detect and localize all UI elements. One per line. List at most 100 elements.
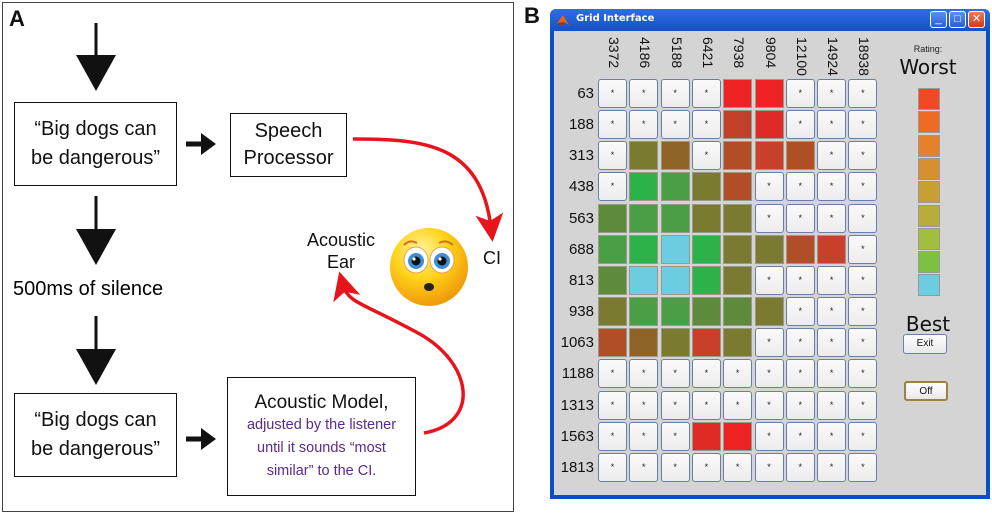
grid-cell-button[interactable]: * (817, 328, 847, 358)
grid-cell-rated[interactable] (723, 234, 753, 264)
exit-button[interactable]: Exit (903, 334, 947, 354)
grid-cell-button[interactable]: * (785, 110, 815, 140)
grid-cell-rated[interactable] (691, 328, 721, 358)
grid-cell-button[interactable]: * (848, 390, 878, 420)
grid-cell-button[interactable]: * (598, 141, 627, 171)
grid-cell-button[interactable]: * (817, 79, 847, 108)
grid-cell-button[interactable]: * (660, 79, 690, 108)
grid-cell-rated[interactable] (785, 234, 815, 264)
grid-cell-button[interactable]: * (598, 421, 627, 451)
rating-scale-swatch[interactable] (918, 204, 940, 227)
grid-cell-button[interactable]: * (848, 79, 878, 108)
grid-cell-button[interactable]: * (629, 110, 659, 140)
grid-cell-rated[interactable] (660, 328, 690, 358)
grid-cell-rated[interactable] (691, 234, 721, 264)
grid-cell-rated[interactable] (785, 141, 815, 171)
grid-cell-rated[interactable] (660, 265, 690, 295)
rating-scale-swatch[interactable] (918, 274, 940, 297)
grid-cell-button[interactable]: * (785, 172, 815, 202)
grid-cell-button[interactable]: * (817, 421, 847, 451)
grid-cell-button[interactable]: * (754, 172, 784, 202)
grid-cell-button[interactable]: * (660, 452, 690, 482)
grid-cell-rated[interactable] (598, 234, 627, 264)
grid-cell-button[interactable]: * (629, 452, 659, 482)
rating-scale-swatch[interactable] (918, 227, 940, 250)
grid-cell-rated[interactable] (723, 172, 753, 202)
grid-cell-button[interactable]: * (848, 203, 878, 233)
grid-cell-button[interactable]: * (691, 141, 721, 171)
grid-cell-button[interactable]: * (817, 390, 847, 420)
grid-cell-button[interactable]: * (848, 297, 878, 327)
grid-cell-button[interactable]: * (848, 234, 878, 264)
grid-cell-button[interactable]: * (848, 452, 878, 482)
grid-cell-button[interactable]: * (598, 390, 627, 420)
grid-cell-rated[interactable] (723, 203, 753, 233)
grid-cell-button[interactable]: * (817, 203, 847, 233)
grid-cell-rated[interactable] (723, 110, 753, 140)
grid-cell-rated[interactable] (598, 328, 627, 358)
rating-scale-swatch[interactable] (918, 181, 940, 204)
grid-cell-button[interactable]: * (848, 141, 878, 171)
grid-cell-button[interactable]: * (598, 110, 627, 140)
close-button[interactable]: ✕ (968, 11, 985, 28)
grid-cell-button[interactable]: * (785, 265, 815, 295)
grid-cell-rated[interactable] (723, 79, 753, 108)
grid-cell-rated[interactable] (660, 203, 690, 233)
grid-cell-button[interactable]: * (660, 110, 690, 140)
grid-cell-rated[interactable] (598, 265, 627, 295)
grid-cell-button[interactable]: * (785, 79, 815, 108)
grid-cell-button[interactable]: * (817, 172, 847, 202)
grid-cell-button[interactable]: * (785, 421, 815, 451)
grid-cell-button[interactable]: * (848, 110, 878, 140)
grid-cell-button[interactable]: * (817, 359, 847, 389)
grid-cell-button[interactable]: * (629, 421, 659, 451)
off-button[interactable]: Off (904, 381, 948, 401)
grid-cell-button[interactable]: * (691, 359, 721, 389)
grid-cell-rated[interactable] (723, 265, 753, 295)
grid-cell-rated[interactable] (754, 234, 784, 264)
grid-cell-rated[interactable] (629, 172, 659, 202)
grid-cell-rated[interactable] (629, 203, 659, 233)
grid-cell-button[interactable]: * (817, 141, 847, 171)
grid-cell-button[interactable]: * (691, 79, 721, 108)
grid-cell-button[interactable]: * (691, 452, 721, 482)
grid-cell-button[interactable]: * (785, 203, 815, 233)
grid-cell-rated[interactable] (598, 297, 627, 327)
grid-cell-rated[interactable] (660, 141, 690, 171)
grid-cell-rated[interactable] (754, 141, 784, 171)
grid-cell-button[interactable]: * (660, 421, 690, 451)
grid-cell-rated[interactable] (629, 328, 659, 358)
grid-cell-rated[interactable] (723, 297, 753, 327)
grid-cell-button[interactable]: * (629, 359, 659, 389)
grid-cell-rated[interactable] (723, 421, 753, 451)
grid-cell-rated[interactable] (629, 141, 659, 171)
grid-cell-button[interactable]: * (660, 390, 690, 420)
grid-cell-rated[interactable] (723, 328, 753, 358)
minimize-button[interactable]: _ (930, 11, 947, 28)
grid-cell-button[interactable]: * (723, 390, 753, 420)
grid-cell-button[interactable]: * (848, 359, 878, 389)
grid-cell-button[interactable]: * (660, 359, 690, 389)
grid-cell-button[interactable]: * (754, 359, 784, 389)
grid-cell-button[interactable]: * (848, 421, 878, 451)
rating-scale-swatch[interactable] (918, 251, 940, 274)
grid-cell-button[interactable]: * (629, 79, 659, 108)
grid-cell-button[interactable]: * (785, 297, 815, 327)
grid-cell-rated[interactable] (817, 234, 847, 264)
grid-cell-button[interactable]: * (817, 452, 847, 482)
rating-scale-swatch[interactable] (918, 88, 940, 110)
grid-cell-button[interactable]: * (848, 172, 878, 202)
grid-cell-button[interactable]: * (754, 452, 784, 482)
grid-cell-rated[interactable] (691, 172, 721, 202)
grid-cell-rated[interactable] (629, 297, 659, 327)
grid-cell-rated[interactable] (754, 110, 784, 140)
grid-cell-rated[interactable] (723, 141, 753, 171)
grid-cell-button[interactable]: * (754, 390, 784, 420)
grid-cell-rated[interactable] (691, 297, 721, 327)
rating-scale-swatch[interactable] (918, 157, 940, 180)
grid-cell-button[interactable]: * (785, 328, 815, 358)
window-titlebar[interactable]: Grid Interface _ □ ✕ (550, 9, 990, 31)
rating-scale-swatch[interactable] (918, 134, 940, 157)
grid-cell-button[interactable]: * (598, 359, 627, 389)
grid-cell-button[interactable]: * (754, 265, 784, 295)
